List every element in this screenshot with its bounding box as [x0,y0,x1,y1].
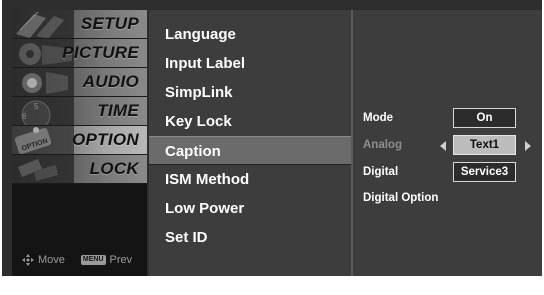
category-label: TIME [97,101,139,120]
speaker-icon [12,68,74,96]
caption-settings-panel: Mode On Analog Text1 Digital Service3 Di… [353,10,542,276]
film-strip-icon [12,10,74,38]
svg-text:5: 5 [34,102,39,111]
category-audio[interactable]: AUDIO [12,68,147,97]
option-submenu: Language Input Label SimpLink Key Lock C… [149,10,351,276]
digital-value[interactable]: Service3 [453,162,516,182]
category-option[interactable]: OPTION OPTION [12,126,147,155]
arrow-right-icon[interactable] [525,141,531,151]
category-label: PICTURE [62,43,139,62]
category-label: LOCK [89,159,139,178]
clock-icon: 6 5 [12,97,74,125]
submenu-item-input-label[interactable]: Input Label [149,49,351,78]
mode-value[interactable]: On [453,108,516,128]
analog-label: Analog [363,139,402,151]
menu-key-icon: MENU [80,255,106,265]
submenu-item-set-id[interactable]: Set ID [149,223,351,252]
mode-label: Mode [363,112,394,124]
analog-value[interactable]: Text1 [453,135,516,155]
svg-text:6: 6 [22,112,27,121]
move-hint-label: Move [38,254,65,266]
category-label: SETUP [80,14,139,33]
submenu-item-caption[interactable]: Caption [149,136,351,165]
arrow-left-icon[interactable] [440,141,446,151]
category-label: OPTION [72,130,139,149]
category-setup[interactable]: SETUP [12,10,147,39]
category-lock[interactable]: LOCK [12,155,147,184]
category-time[interactable]: 6 5 TIME [12,97,147,126]
navigation-hint: Move MENU Prev [22,254,132,266]
category-label: AUDIO [82,72,139,91]
category-sidebar: SETUP PICTURE AUDIO 6 5 TIME OPTION OPTI… [12,10,147,276]
submenu-item-simplink[interactable]: SimpLink [149,78,351,107]
submenu-item-ism-method[interactable]: ISM Method [149,165,351,194]
move-arrows-icon [22,254,34,266]
digital-label: Digital [363,166,399,178]
tv-osd-menu: SETUP PICTURE AUDIO 6 5 TIME OPTION OPTI… [2,0,542,276]
submenu-item-low-power[interactable]: Low Power [149,194,351,223]
submenu-item-key-lock[interactable]: Key Lock [149,107,351,136]
digital-option-label[interactable]: Digital Option [363,192,438,204]
category-picture[interactable]: PICTURE [12,39,147,68]
submenu-item-language[interactable]: Language [149,20,351,49]
lock-icon [12,155,74,183]
prev-hint-label: Prev [109,254,133,266]
option-badge-icon: OPTION [12,126,74,154]
